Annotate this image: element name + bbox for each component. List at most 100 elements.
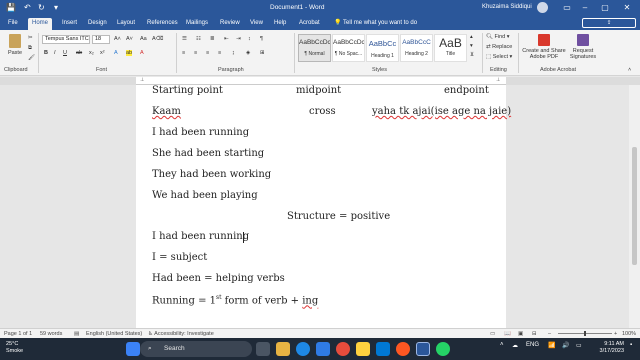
increase-indent-icon[interactable]: ⇥ <box>236 36 241 42</box>
page-count[interactable]: Page 1 of 1 <box>4 331 32 337</box>
styles-scroll-up-icon[interactable]: ▴ <box>470 34 473 40</box>
bullets-icon[interactable]: ☰ <box>182 36 187 42</box>
redo-icon[interactable]: ↻ <box>38 3 45 12</box>
language-status[interactable]: English (United States) <box>86 331 142 337</box>
firefox-icon[interactable] <box>396 342 410 356</box>
ribbon-display-icon[interactable]: ▭ <box>560 2 574 14</box>
font-size-select[interactable]: 18 <box>92 35 110 44</box>
underline-icon[interactable]: U <box>63 50 67 56</box>
word-icon[interactable] <box>416 342 430 356</box>
minimize-icon[interactable]: – <box>578 2 592 14</box>
superscript-icon[interactable]: x² <box>100 50 105 56</box>
maximize-icon[interactable]: ▢ <box>598 2 612 14</box>
edge-icon[interactable] <box>296 342 310 356</box>
chrome-icon[interactable] <box>336 342 350 356</box>
tab-mailings[interactable]: Mailings <box>182 18 212 30</box>
align-left-icon[interactable]: ≡ <box>182 50 185 56</box>
task-view-icon[interactable] <box>256 342 270 356</box>
grow-font-icon[interactable]: A˄ <box>114 36 121 42</box>
undo-icon[interactable]: ↶ <box>24 3 31 12</box>
file-explorer-icon[interactable] <box>276 342 290 356</box>
copy-icon[interactable]: ⧉ <box>28 45 32 52</box>
select-button[interactable]: ⬚ Select ▾ <box>486 54 512 60</box>
align-center-icon[interactable]: ≡ <box>194 50 197 56</box>
word-count[interactable]: 59 words <box>40 331 62 337</box>
multilevel-list-icon[interactable]: ≣ <box>210 36 215 42</box>
zoom-level[interactable]: 100% <box>622 331 636 337</box>
zoom-in-icon[interactable]: + <box>614 331 617 337</box>
request-signatures-button[interactable]: Request Signatures <box>568 34 598 60</box>
tab-file[interactable]: File <box>4 18 22 30</box>
replace-button[interactable]: ⇄ Replace <box>486 44 512 50</box>
user-name[interactable]: Khuzaima Siddiqui <box>482 4 532 10</box>
style-normal[interactable]: AaBbCcDc ¶ Normal <box>298 34 331 62</box>
line-spacing-icon[interactable]: ↨ <box>232 50 235 56</box>
clear-formatting-icon[interactable]: A⌫ <box>152 36 163 42</box>
find-button[interactable]: 🔍︎ Find ▾ <box>486 34 510 40</box>
cut-icon[interactable]: ✂ <box>28 35 33 41</box>
weather-widget[interactable]: 25°C Smoke <box>6 341 23 355</box>
show-marks-icon[interactable]: ¶ <box>260 36 263 42</box>
horizontal-ruler[interactable]: ⊥ ⊥ <box>136 77 506 85</box>
save-icon[interactable]: 💾 <box>6 3 16 12</box>
battery-icon[interactable]: ▭ <box>576 342 582 349</box>
create-share-pdf-button[interactable]: Create and Share Adobe PDF <box>522 34 566 60</box>
text-effects-icon[interactable]: A <box>114 50 118 56</box>
tab-help[interactable]: Help <box>270 18 290 30</box>
scrollbar-thumb[interactable] <box>632 147 637 265</box>
highlight-icon[interactable]: ab <box>126 50 133 56</box>
subscript-icon[interactable]: x₂ <box>89 50 94 56</box>
shading-icon[interactable]: ◈ <box>246 50 250 56</box>
tab-view[interactable]: View <box>246 18 267 30</box>
styles-more-icon[interactable]: ⊻ <box>470 52 474 58</box>
align-right-icon[interactable]: ≡ <box>206 50 209 56</box>
style-no-spacing[interactable]: AaBbCcDc ¶ No Spac... <box>332 34 365 62</box>
collapse-ribbon-icon[interactable]: ˄ <box>628 67 631 73</box>
customize-qat-icon[interactable]: ▾ <box>54 3 58 12</box>
style-heading-2[interactable]: AaBbCcC Heading 2 <box>400 34 433 62</box>
paste-button[interactable]: Paste <box>4 34 26 64</box>
read-mode-icon[interactable]: 📖 <box>504 331 511 337</box>
notifications-icon[interactable]: ▪ <box>630 342 632 348</box>
whatsapp-icon[interactable] <box>436 342 450 356</box>
tab-home[interactable]: Home <box>28 18 53 30</box>
bold-icon[interactable]: B <box>44 50 48 56</box>
numbering-icon[interactable]: ☷ <box>196 36 201 42</box>
style-title[interactable]: AaB Title <box>434 34 467 62</box>
document-page[interactable]: Starting point midpoint endpoint Kaam cr… <box>136 85 511 328</box>
wifi-icon[interactable]: 📶 <box>548 342 555 349</box>
zoom-slider-thumb[interactable] <box>584 331 586 336</box>
zoom-out-icon[interactable]: – <box>548 331 551 337</box>
avatar[interactable] <box>537 2 548 13</box>
shrink-font-icon[interactable]: A˅ <box>126 36 133 42</box>
font-family-select[interactable]: Tempus Sans ITC <box>42 35 90 44</box>
styles-scroll-down-icon[interactable]: ▾ <box>470 43 473 49</box>
format-painter-icon[interactable]: 🖌 <box>28 55 35 61</box>
focus-mode-icon[interactable]: ▭ <box>490 331 495 337</box>
mail-icon[interactable] <box>376 342 390 356</box>
strikethrough-icon[interactable]: ab <box>76 50 82 56</box>
tab-insert[interactable]: Insert <box>58 18 81 30</box>
system-clock[interactable]: 9:11 AM 3/17/2023 <box>590 341 624 355</box>
volume-icon[interactable]: 🔊 <box>562 342 569 349</box>
onedrive-icon[interactable]: ☁ <box>512 342 518 349</box>
tab-references[interactable]: References <box>143 18 182 30</box>
justify-icon[interactable]: ≡ <box>218 50 221 56</box>
font-color-icon[interactable]: A <box>140 50 144 56</box>
app-icon[interactable] <box>356 342 370 356</box>
tab-review[interactable]: Review <box>216 18 244 30</box>
language-indicator[interactable]: ENG <box>526 342 539 348</box>
start-icon[interactable] <box>126 342 140 356</box>
right-indent-marker-icon[interactable]: ⊥ <box>496 77 500 83</box>
close-icon[interactable]: ✕ <box>620 2 634 14</box>
style-heading-1[interactable]: AaBbCc Heading 1 <box>366 34 399 62</box>
tell-me-search[interactable]: 💡 Tell me what you want to do <box>334 19 417 26</box>
vertical-scrollbar[interactable] <box>629 85 640 328</box>
share-button[interactable]: ⇪ <box>582 18 636 28</box>
web-layout-icon[interactable]: ⊟ <box>532 331 537 337</box>
taskbar-search[interactable]: ⌕ Search <box>140 341 252 357</box>
tab-design[interactable]: Design <box>84 18 111 30</box>
italic-icon[interactable]: I <box>54 50 56 56</box>
show-hidden-icons-icon[interactable]: ˄ <box>500 342 504 348</box>
store-icon[interactable] <box>316 342 330 356</box>
